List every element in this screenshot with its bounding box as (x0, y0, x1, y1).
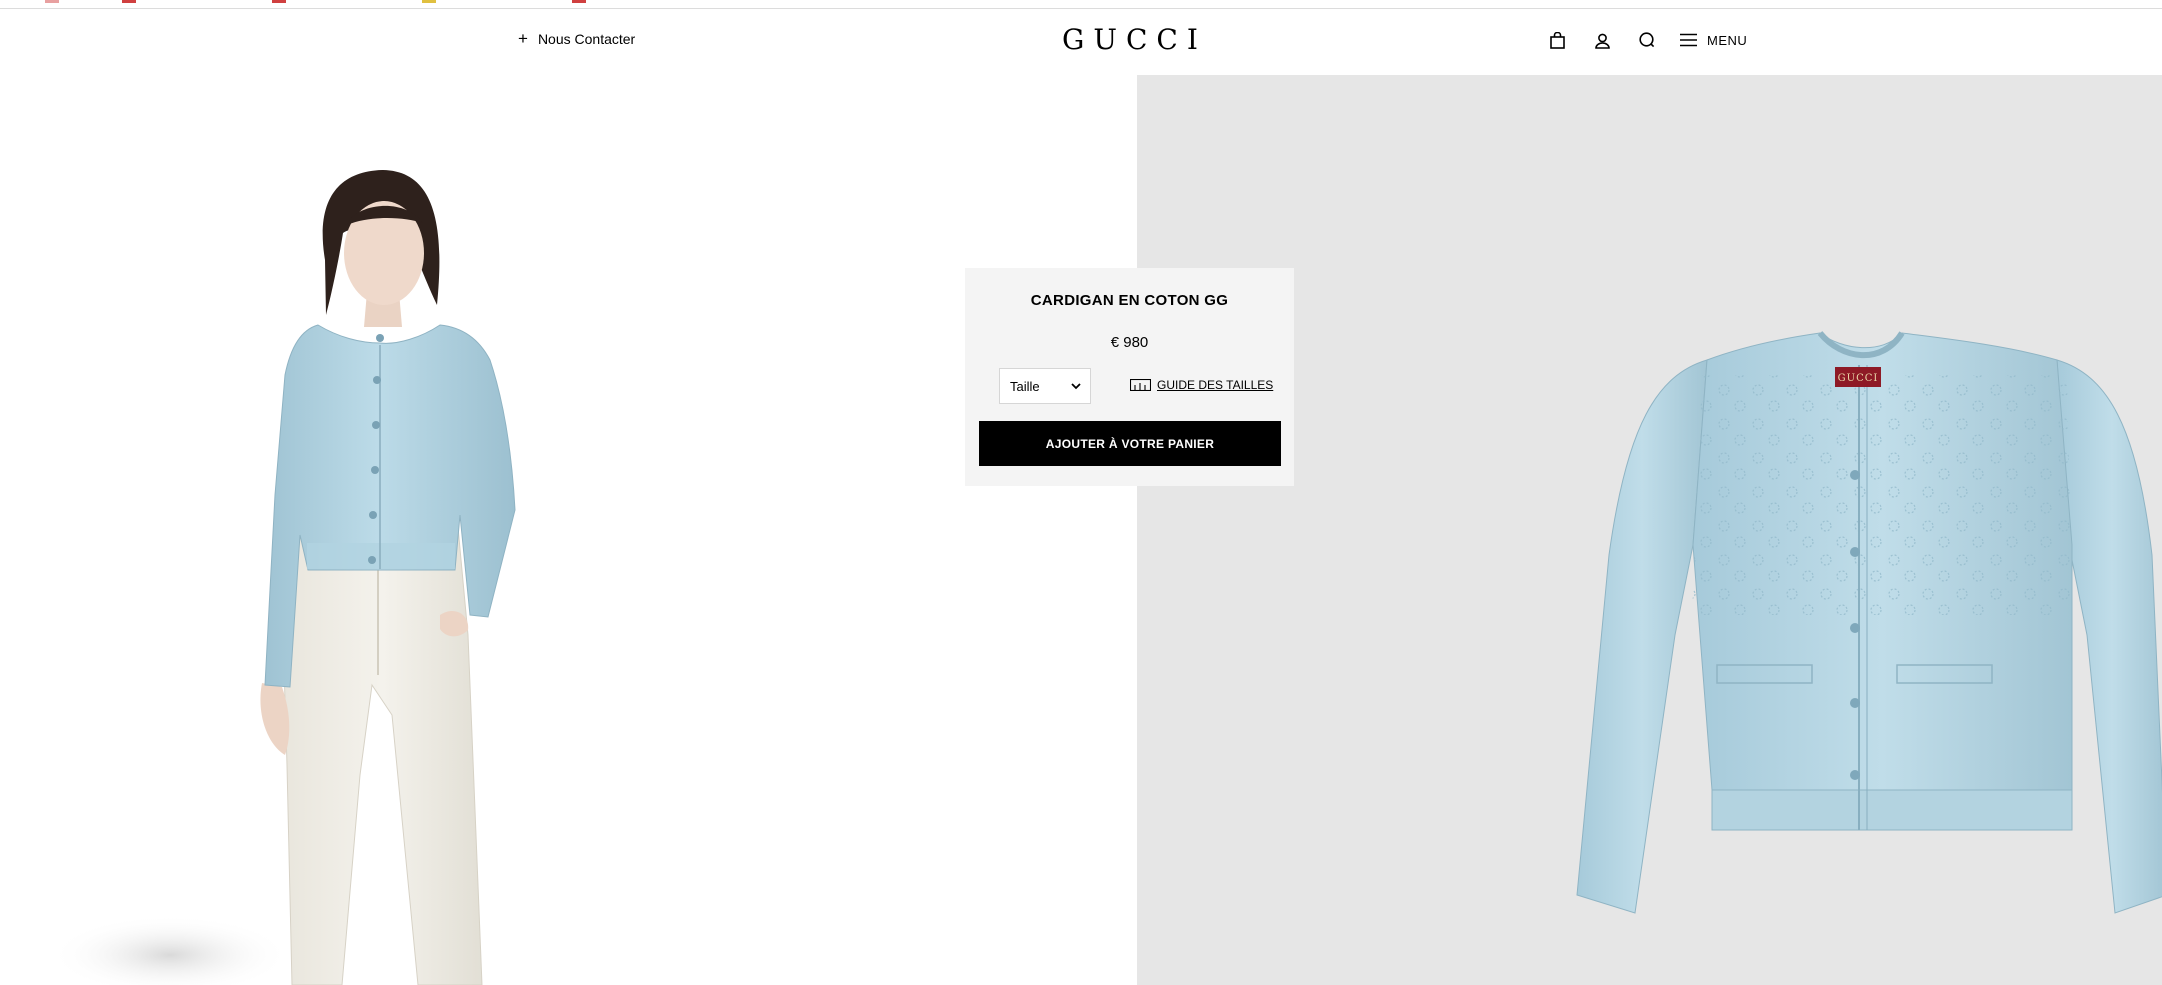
contact-label: Nous Contacter (537, 31, 636, 47)
product-flat-image: GUCCI (1137, 75, 2162, 985)
site-header: + Nous Contacter GUCCI MENU (0, 9, 2162, 75)
size-guide-link[interactable]: GUIDE DES TAILLES (1130, 378, 1273, 392)
account-icon[interactable] (1590, 28, 1614, 52)
menu-icon (1680, 33, 1697, 47)
product-price: € 980 (1110, 334, 1149, 351)
menu-label: MENU (1707, 32, 1748, 48)
plus-icon: + (518, 29, 528, 48)
browser-top-strip (0, 0, 2162, 9)
garment-label-text: GUCCI (1838, 373, 1879, 384)
model-image (0, 75, 1137, 985)
add-to-cart-button[interactable]: AJOUTER À VOTRE PANIER (979, 421, 1281, 466)
product-title: CARDIGAN EN COTON GG (1030, 292, 1229, 309)
shopping-bag-icon[interactable] (1545, 28, 1569, 52)
ruler-icon (1130, 379, 1151, 391)
search-icon[interactable] (1635, 28, 1659, 52)
menu-button[interactable]: MENU (1680, 33, 1747, 48)
contact-link[interactable]: + Nous Contacter (518, 29, 636, 48)
size-guide-label: GUIDE DES TAILLES (1157, 378, 1274, 392)
header-nav: MENU (1545, 28, 1747, 52)
product-info-box: CARDIGAN EN COTON GG € 980 Taille GUIDE … (965, 268, 1294, 486)
gucci-logo[interactable]: GUCCI (1062, 23, 1207, 56)
size-select[interactable]: Taille (999, 368, 1091, 404)
chevron-down-icon (1071, 382, 1081, 389)
size-select-label: Taille (1010, 378, 1040, 394)
